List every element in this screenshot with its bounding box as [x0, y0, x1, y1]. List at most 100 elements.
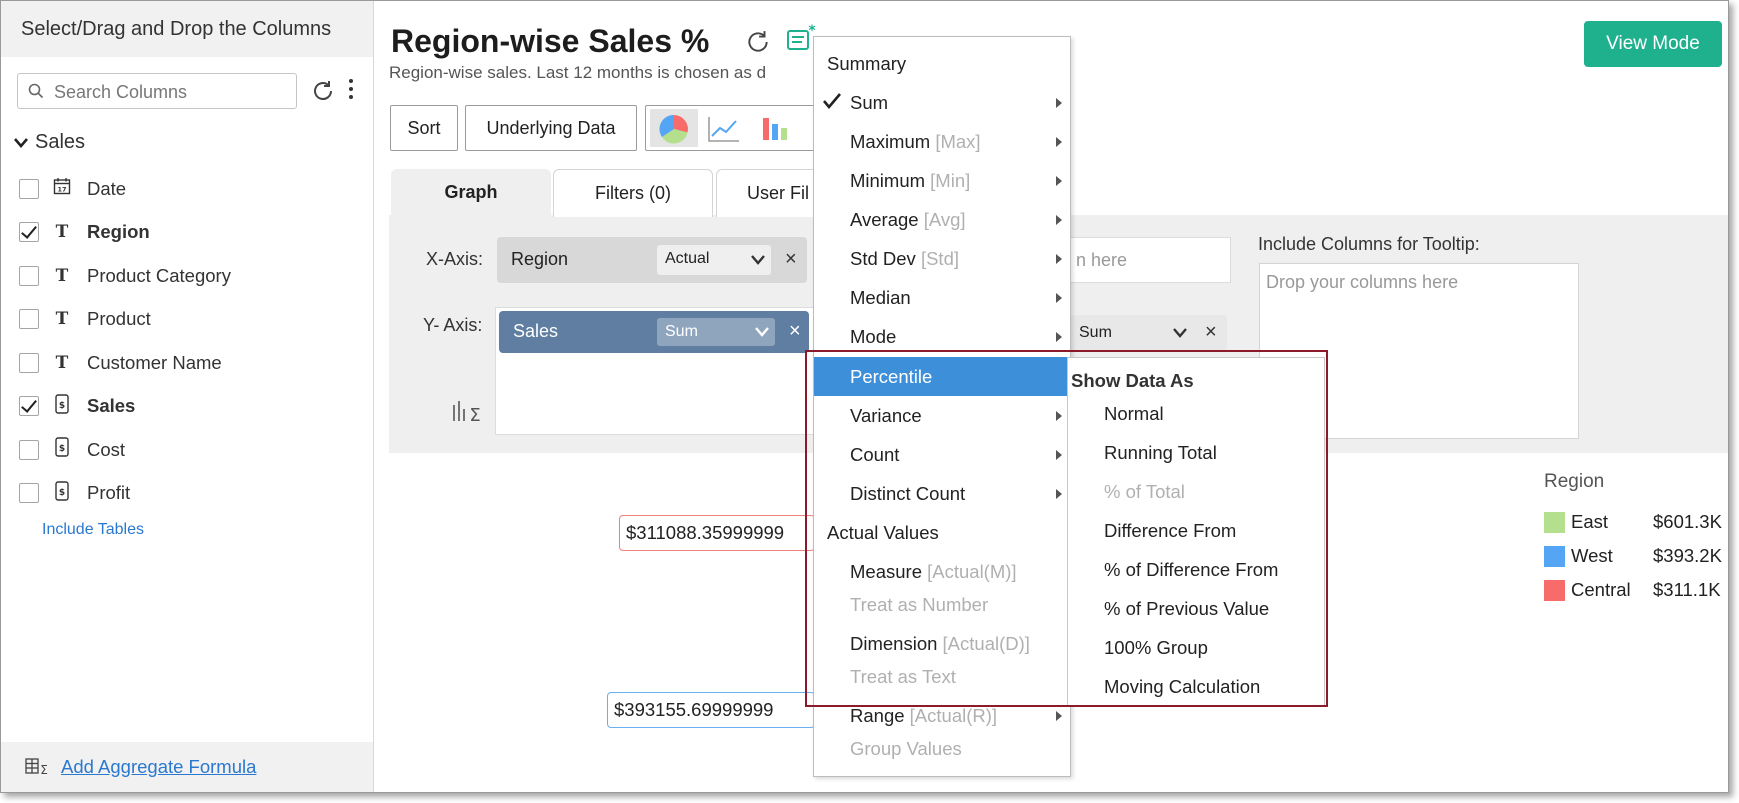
- search-input[interactable]: [52, 80, 286, 104]
- column-item-product-category[interactable]: T Product Category: [19, 254, 231, 298]
- menu-item-label: Treat as Text: [850, 666, 956, 687]
- column-checkbox[interactable]: [19, 309, 39, 330]
- search-icon: [28, 83, 44, 99]
- column-item-customer-name[interactable]: T Customer Name: [19, 341, 231, 385]
- submenu-item-label: Running Total: [1104, 442, 1217, 463]
- column-checkbox[interactable]: [19, 352, 39, 373]
- secondary-aggregate-dropdown[interactable]: Sum ×: [1067, 315, 1227, 351]
- submenu-item-moving-calculation[interactable]: Moving Calculation: [1068, 667, 1324, 706]
- x-axis-mode-dropdown[interactable]: Actual: [657, 245, 771, 275]
- column-list: 17 Date T Region T Product Category T Pr…: [19, 167, 231, 515]
- refresh-icon[interactable]: [311, 79, 335, 103]
- view-mode-button[interactable]: View Mode: [1584, 21, 1722, 67]
- menu-item-label: Count: [850, 444, 900, 465]
- show-data-as-submenu: Show Data As Normal Running Total % of T…: [1067, 357, 1325, 706]
- bar-chart-icon[interactable]: [760, 114, 790, 142]
- submenu-item-difference-from[interactable]: Difference From: [1068, 511, 1324, 550]
- include-tables-link[interactable]: Include Tables: [42, 521, 144, 539]
- submenu-item-100-percent-group[interactable]: 100% Group: [1068, 628, 1324, 667]
- submenu-item-percent-difference-from[interactable]: % of Difference From: [1068, 550, 1324, 589]
- aggregate-sigma-icon[interactable]: Σ: [451, 399, 485, 423]
- column-label: Region: [87, 221, 150, 243]
- search-box[interactable]: [17, 73, 297, 109]
- remove-y-axis-icon[interactable]: ×: [789, 320, 801, 343]
- menu-item-label: Range: [850, 705, 905, 726]
- legend-value: $311.1K: [1653, 579, 1721, 600]
- table-group-sales[interactable]: Sales: [13, 131, 85, 154]
- app-window: Select/Drag and Drop the Columns Sales 1…: [0, 0, 1729, 793]
- column-item-region[interactable]: T Region: [19, 211, 231, 255]
- column-checkbox[interactable]: [19, 483, 39, 504]
- underlying-data-button[interactable]: Underlying Data: [465, 105, 637, 151]
- menu-item-hint: [Actual(M)]: [927, 561, 1017, 582]
- menu-item-median[interactable]: Median: [814, 278, 1070, 317]
- more-options-icon[interactable]: [347, 77, 355, 103]
- chevron-down-icon: [755, 327, 769, 337]
- x-axis-column-pill[interactable]: Region Actual ×: [497, 237, 807, 283]
- submenu-item-normal[interactable]: Normal: [1068, 394, 1324, 433]
- menu-item-mode[interactable]: Mode: [814, 317, 1070, 356]
- column-label: Customer Name: [87, 351, 222, 373]
- column-checkbox[interactable]: [19, 396, 39, 417]
- secondary-aggregate-value: Sum: [1079, 324, 1112, 341]
- menu-item-variance[interactable]: Variance: [814, 396, 1070, 435]
- menu-item-minimum[interactable]: Minimum [Min]: [814, 161, 1070, 200]
- column-item-sales[interactable]: $ Sales: [19, 385, 231, 429]
- submenu-item-percent-previous-value[interactable]: % of Previous Value: [1068, 589, 1324, 628]
- text-type-icon: T: [55, 352, 69, 373]
- column-label: Date: [87, 177, 127, 199]
- chart-legend: Region East $601.3K West $393.2K Central…: [1544, 471, 1722, 607]
- refresh-icon[interactable]: [745, 29, 771, 55]
- column-label: Profit: [87, 482, 131, 504]
- line-chart-icon[interactable]: [708, 116, 740, 142]
- menu-header-label: Actual Values: [827, 522, 939, 543]
- remove-secondary-icon[interactable]: ×: [1205, 321, 1217, 344]
- menu-header-summary: Summary: [814, 44, 1070, 83]
- submenu-item-label: % of Total: [1104, 481, 1185, 502]
- add-aggregate-formula-link[interactable]: Add Aggregate Formula: [61, 756, 256, 778]
- currency-icon: $: [51, 394, 73, 419]
- tab-user-filters[interactable]: User Fil: [716, 169, 826, 217]
- column-checkbox[interactable]: [19, 439, 39, 460]
- svg-text:$: $: [59, 488, 65, 498]
- menu-item-sum[interactable]: Sum: [814, 83, 1070, 122]
- column-item-cost[interactable]: $ Cost: [19, 428, 231, 472]
- submenu-item-label: Normal: [1104, 403, 1164, 424]
- submenu-item-running-total[interactable]: Running Total: [1068, 433, 1324, 472]
- sort-button[interactable]: Sort: [390, 105, 458, 151]
- menu-item-label: Average: [850, 209, 919, 230]
- legend-item-west[interactable]: West $393.2K: [1544, 539, 1722, 573]
- menu-item-std-dev[interactable]: Std Dev [Std]: [814, 239, 1070, 278]
- pie-chart-icon[interactable]: [658, 113, 690, 145]
- column-item-product[interactable]: T Product: [19, 298, 231, 342]
- column-checkbox[interactable]: [19, 265, 39, 286]
- group-label: Sales: [35, 131, 86, 153]
- chevron-down-icon: [1173, 328, 1187, 338]
- remove-x-axis-icon[interactable]: ×: [785, 248, 797, 271]
- column-item-profit[interactable]: $ Profit: [19, 472, 231, 516]
- svg-text:Σ: Σ: [469, 405, 480, 423]
- menu-item-label: Sum: [850, 92, 889, 113]
- y-axis-aggregate-dropdown[interactable]: Sum: [657, 318, 775, 346]
- menu-item-average[interactable]: Average [Avg]: [814, 200, 1070, 239]
- legend-drop-zone[interactable]: n here: [1061, 237, 1231, 283]
- y-axis-column-pill[interactable]: Sales Sum ×: [499, 311, 809, 353]
- menu-item-treat-as-text: Treat as Text: [814, 657, 1070, 696]
- menu-item-count[interactable]: Count: [814, 435, 1070, 474]
- menu-item-distinct-count[interactable]: Distinct Count: [814, 474, 1070, 513]
- legend-item-east[interactable]: East $601.3K: [1544, 505, 1722, 539]
- menu-item-percentile[interactable]: Percentile: [814, 357, 1067, 396]
- submenu-arrow-icon: [1056, 137, 1062, 147]
- tab-graph[interactable]: Graph: [391, 169, 551, 217]
- tab-filters[interactable]: Filters (0): [553, 169, 713, 217]
- svg-text:Σ: Σ: [40, 763, 48, 776]
- report-description: Region-wise sales. Last 12 months is cho…: [389, 63, 767, 82]
- menu-item-treat-as-number: Treat as Number: [814, 585, 1070, 624]
- menu-item-maximum[interactable]: Maximum [Max]: [814, 122, 1070, 161]
- column-checkbox[interactable]: [19, 222, 39, 243]
- sidebar-header: Select/Drag and Drop the Columns: [1, 1, 373, 57]
- column-checkbox[interactable]: [19, 178, 39, 199]
- column-item-date[interactable]: 17 Date: [19, 167, 231, 211]
- legend-item-central[interactable]: Central $311.1K: [1544, 573, 1722, 607]
- menu-item-hint: [Min]: [930, 170, 971, 191]
